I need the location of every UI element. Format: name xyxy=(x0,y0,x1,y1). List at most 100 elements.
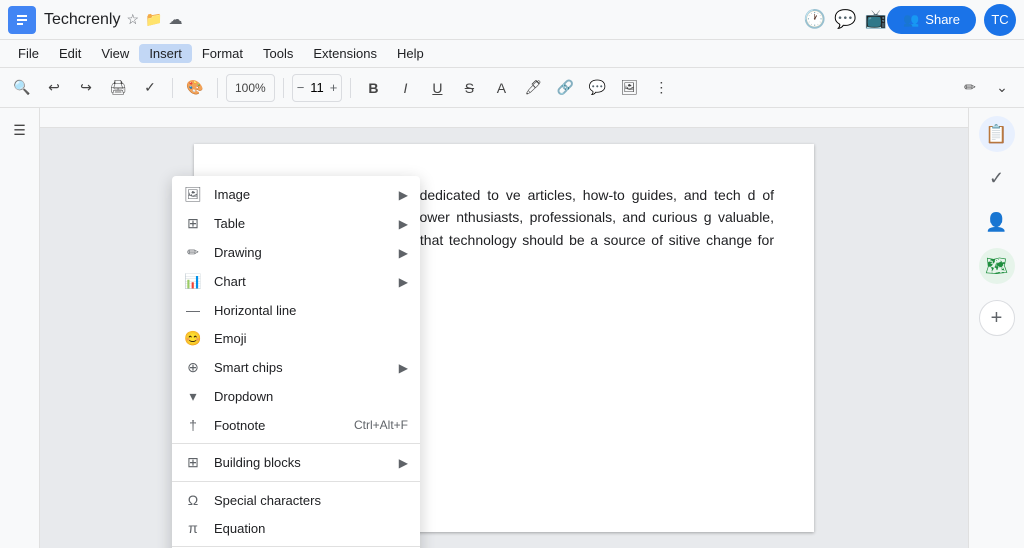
comment-btn[interactable]: 💬 xyxy=(583,74,611,102)
menu-insert[interactable]: Insert xyxy=(139,44,192,63)
drawing-arrow: ▶ xyxy=(399,246,408,260)
toolbar-sep-2 xyxy=(217,78,218,98)
highlight-btn[interactable]: 🖊 xyxy=(519,74,547,102)
history-icon[interactable]: 🕐 xyxy=(804,9,826,30)
image-arrow: ▶ xyxy=(399,188,408,202)
equation-menu-icon: π xyxy=(184,520,202,536)
footnote-shortcut: Ctrl+Alt+F xyxy=(354,418,408,432)
font-size-control: − 11 + xyxy=(292,74,343,102)
insert-dropdown-menu: 🖼 Image ▶ ⊞ Table ▶ ✏ Drawing ▶ xyxy=(172,176,420,548)
chat-icon[interactable]: 💬 xyxy=(834,9,856,30)
sidebar-right: 📋 ✓ 👤 🗺 + xyxy=(968,108,1024,548)
menu-row-emoji[interactable]: 😊 Emoji xyxy=(172,324,420,353)
hline-menu-icon: — xyxy=(184,302,202,318)
hline-label: Horizontal line xyxy=(214,303,408,318)
link-btn[interactable]: 🔗 xyxy=(551,74,579,102)
menu-row-drawing[interactable]: ✏ Drawing ▶ xyxy=(172,238,420,267)
star-icon[interactable]: ☆ xyxy=(126,11,139,28)
dropdown-menu-icon: ▾ xyxy=(184,388,202,405)
menu-bar: File Edit View Insert Format Tools Exten… xyxy=(0,40,1024,68)
menu-row-image[interactable]: 🖼 Image ▶ xyxy=(172,180,420,209)
sidebar-left: ☰ xyxy=(0,108,40,548)
app-icon xyxy=(8,6,36,34)
bold-btn[interactable]: B xyxy=(359,74,387,102)
menu-row-smart-chips[interactable]: ⊕ Smart chips ▶ xyxy=(172,353,420,382)
chart-menu-icon: 📊 xyxy=(184,273,202,290)
doc-area: / is a tech blog site that is dedicated … xyxy=(40,108,968,548)
specialchars-menu-icon: Ω xyxy=(184,492,202,508)
font-size-decrease[interactable]: − xyxy=(297,80,305,95)
dropdown-label: Dropdown xyxy=(214,389,408,404)
footnote-menu-icon: † xyxy=(184,417,202,433)
redo-btn[interactable]: ↪ xyxy=(72,74,100,102)
menu-row-special-chars[interactable]: Ω Special characters xyxy=(172,486,420,514)
top-bar: Techcrenly ☆ 📁 ☁ 🕐 💬 📺 👥 Share TC xyxy=(0,0,1024,40)
table-arrow: ▶ xyxy=(399,217,408,231)
font-size-increase[interactable]: + xyxy=(330,80,338,95)
toolbar-sep-3 xyxy=(283,78,284,98)
zoom-control[interactable]: 100% xyxy=(226,74,275,102)
menu-file[interactable]: File xyxy=(8,44,49,63)
sidebar-maps-btn[interactable]: 🗺 xyxy=(979,248,1015,284)
buildingblocks-menu-icon: ⊞ xyxy=(184,454,202,471)
strikethrough-btn[interactable]: S xyxy=(455,74,483,102)
menu-row-footnote[interactable]: † Footnote Ctrl+Alt+F xyxy=(172,411,420,439)
footnote-label: Footnote xyxy=(214,418,342,433)
chart-arrow: ▶ xyxy=(399,275,408,289)
toolbar-sep-4 xyxy=(350,78,351,98)
menu-sep-3 xyxy=(172,546,420,547)
equation-label: Equation xyxy=(214,521,408,536)
smartchips-label: Smart chips xyxy=(214,360,387,375)
main-area: ☰ / is a tech blog site that is dedicate… xyxy=(0,108,1024,548)
image-label: Image xyxy=(214,187,387,202)
menu-extensions[interactable]: Extensions xyxy=(303,44,387,63)
print-btn[interactable]: 🖨 xyxy=(104,74,132,102)
paint-format-btn[interactable]: 🎨 xyxy=(181,74,209,102)
font-size-value[interactable]: 11 xyxy=(306,80,328,95)
spellcheck-btn[interactable]: ✓ xyxy=(136,74,164,102)
underline-btn[interactable]: U xyxy=(423,74,451,102)
text-color-btn[interactable]: A xyxy=(487,74,515,102)
menu-sep-1 xyxy=(172,443,420,444)
smartchips-menu-icon: ⊕ xyxy=(184,359,202,376)
menu-edit[interactable]: Edit xyxy=(49,44,91,63)
share-button[interactable]: 👥 Share xyxy=(887,6,976,34)
folder-icon[interactable]: 📁 xyxy=(145,11,162,28)
buildingblocks-label: Building blocks xyxy=(214,455,387,470)
menu-row-chart[interactable]: 📊 Chart ▶ xyxy=(172,267,420,296)
image-btn[interactable]: 🖼 xyxy=(615,74,643,102)
toolbar-sep-1 xyxy=(172,78,173,98)
more-btn[interactable]: ⋮ xyxy=(647,74,675,102)
outline-btn[interactable]: ☰ xyxy=(6,116,34,144)
menu-row-building-blocks[interactable]: ⊞ Building blocks ▶ xyxy=(172,448,420,477)
present-icon[interactable]: 📺 xyxy=(865,9,887,30)
undo-btn[interactable]: ↩ xyxy=(40,74,68,102)
title-icons: ☆ 📁 ☁ xyxy=(126,11,182,28)
menu-tools[interactable]: Tools xyxy=(253,44,303,63)
sidebar-add-btn[interactable]: + xyxy=(979,300,1015,336)
menu-view[interactable]: View xyxy=(91,44,139,63)
sidebar-contacts-btn[interactable]: 👤 xyxy=(979,204,1015,240)
menu-format[interactable]: Format xyxy=(192,44,253,63)
sidebar-tasks-btn[interactable]: ✓ xyxy=(979,160,1015,196)
chart-label: Chart xyxy=(214,274,387,289)
emoji-menu-icon: 😊 xyxy=(184,330,202,347)
menu-row-table[interactable]: ⊞ Table ▶ xyxy=(172,209,420,238)
menu-help[interactable]: Help xyxy=(387,44,434,63)
expand-btn[interactable]: ⌄ xyxy=(988,74,1016,102)
formatting-btn[interactable]: ✏ xyxy=(956,74,984,102)
menu-row-equation[interactable]: π Equation xyxy=(172,514,420,542)
specialchars-label: Special characters xyxy=(214,493,408,508)
menu-row-horizontal-line[interactable]: — Horizontal line xyxy=(172,296,420,324)
avatar: TC xyxy=(984,4,1016,36)
emoji-label: Emoji xyxy=(214,331,408,346)
italic-btn[interactable]: I xyxy=(391,74,419,102)
menu-row-dropdown[interactable]: ▾ Dropdown xyxy=(172,382,420,411)
cloud-icon[interactable]: ☁ xyxy=(168,11,182,28)
search-toolbar-btn[interactable]: 🔍 xyxy=(8,74,36,102)
table-menu-icon: ⊞ xyxy=(184,215,202,232)
drawing-menu-icon: ✏ xyxy=(184,244,202,261)
table-label: Table xyxy=(214,216,387,231)
toolbar: 🔍 ↩ ↪ 🖨 ✓ 🎨 100% − 11 + B I U S A 🖊 🔗 💬 … xyxy=(0,68,1024,108)
sidebar-notes-btn[interactable]: 📋 xyxy=(979,116,1015,152)
